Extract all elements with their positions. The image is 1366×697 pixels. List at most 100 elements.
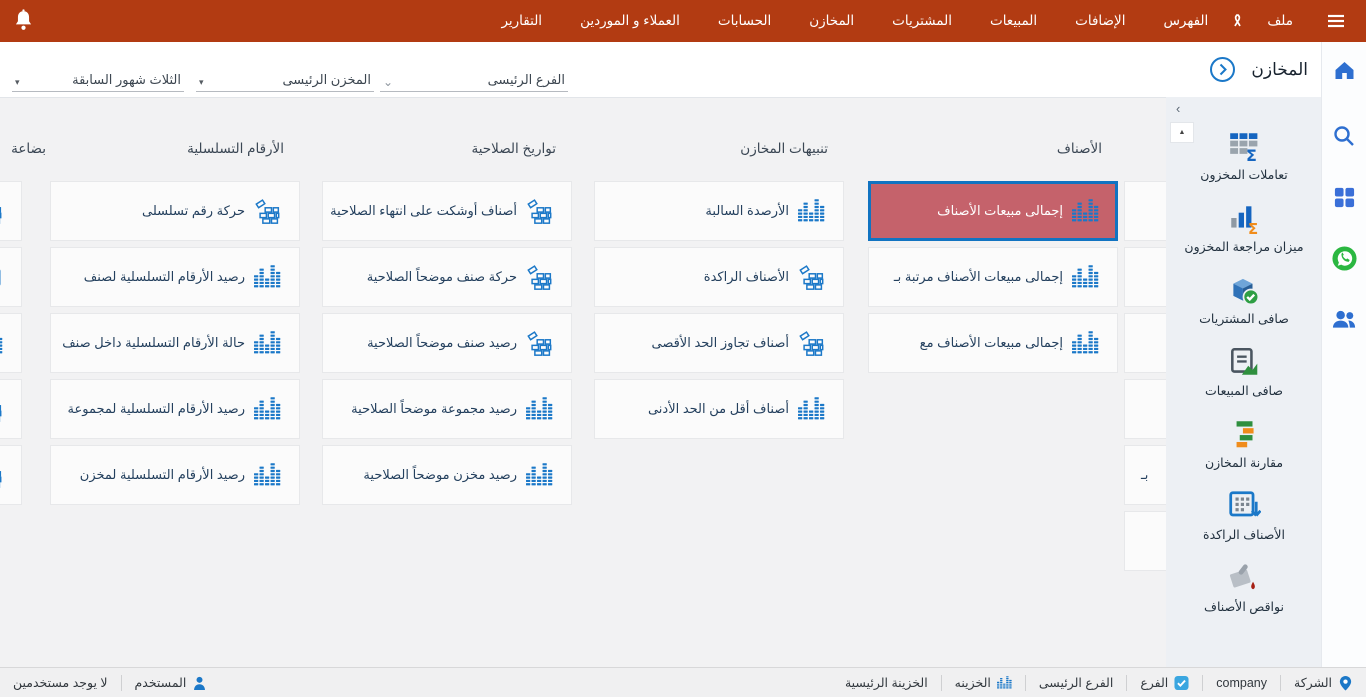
- collapse-sidebar-icon[interactable]: ›: [1176, 101, 1180, 116]
- equalizer-icon: [526, 396, 553, 422]
- equalizer-icon: [1072, 330, 1099, 356]
- treasury-indicator[interactable]: الخزينه: [942, 668, 1025, 697]
- person-icon: [192, 675, 207, 691]
- report-card-label: رصيد مجموعة موضحاً الصلاحية: [351, 401, 517, 416]
- sidebar-item-label: صافى المشتريات: [1199, 312, 1289, 326]
- report-card[interactable]: أصناف تجاوز الحد الأقصى: [594, 313, 844, 373]
- grid-arrow-icon: [1227, 489, 1261, 523]
- report-card[interactable]: حركة صنف موضحاً الصلاحية: [322, 247, 572, 307]
- whatsapp-icon[interactable]: [1331, 245, 1358, 272]
- report-card[interactable]: أصناف أقل من الحد الأدنى: [594, 379, 844, 439]
- statusbar-left-group: المستخدم لا يوجد مستخدمين: [0, 668, 220, 697]
- statusbar-label: الفرع: [1140, 676, 1169, 690]
- sidebar-items: Σ تعاملات المخزون Σ ميزان مراجعة المخزون صاف…: [1166, 97, 1322, 633]
- top-menu-bar: ملف الفهرس الإضافات المبيعات المشتريات المخاز…: [0, 0, 1366, 42]
- report-card[interactable]: حالة الأرقام التسلسلية داخل صنف: [50, 313, 300, 373]
- report-card[interactable]: [1124, 247, 1166, 307]
- column-header: بضاعة: [11, 141, 46, 156]
- report-card[interactable]: [1124, 379, 1166, 439]
- page-title: المخازن: [1251, 59, 1308, 79]
- branch-value: الفرع الرئيسى: [1026, 668, 1126, 697]
- report-card[interactable]: إجمالى مبيعات الأصناف: [868, 181, 1118, 241]
- report-card[interactable]: إجمالى مبيعات الأصناف مع: [868, 313, 1118, 373]
- report-card-label: أصناف أقل من الحد الأدنى: [647, 401, 789, 416]
- column-header: [1124, 141, 1166, 161]
- report-card[interactable]: [1124, 181, 1166, 241]
- sidebar-item-net-purchases[interactable]: صافى المشتريات: [1169, 273, 1319, 326]
- users-icon[interactable]: [1331, 308, 1358, 330]
- branch-filter-select[interactable]: الفرع الرئيسى ⌄: [380, 62, 568, 92]
- report-card[interactable]: رصيد الأرقام التسلسلية لصنف: [50, 247, 300, 307]
- report-column-warehouse-alerts: تنبيهات المخازن الأرصدة السالبة الأصناف ال…: [594, 141, 844, 445]
- report-card-label: حركة صنف موضحاً الصلاحية: [366, 269, 517, 284]
- warehouse-filter-select[interactable]: المخزن الرئيسى ▾: [196, 62, 374, 92]
- statusbar-label: الفرع الرئيسى: [1038, 676, 1114, 690]
- statusbar-label: الخزينة الرئيسية: [844, 676, 928, 690]
- column-header: تنبيهات المخازن: [740, 141, 828, 156]
- menu-item-index[interactable]: الفهرس: [1144, 0, 1227, 42]
- sidebar-item-inventory-trial-balance[interactable]: Σ ميزان مراجعة المخزون: [1169, 201, 1319, 254]
- bricks-icon: [526, 264, 553, 290]
- report-card[interactable]: الأصناف الراكدة: [594, 247, 844, 307]
- bricks-icon: [254, 198, 281, 224]
- menu-item-reports[interactable]: التقارير: [482, 0, 561, 42]
- statusbar-label: company: [1216, 675, 1268, 690]
- report-card[interactable]: أصناف أوشكت على انتهاء الصلاحية: [322, 181, 572, 241]
- circle-arrow-icon[interactable]: [1209, 56, 1236, 83]
- report-card[interactable]: [0, 181, 22, 241]
- divider: [1126, 674, 1128, 691]
- svg-text:Σ: Σ: [1248, 220, 1258, 235]
- report-card[interactable]: بـ: [1124, 445, 1166, 505]
- period-filter-select[interactable]: الثلاث شهور السابقة ▾: [12, 62, 184, 92]
- menu-item-accounts[interactable]: الحسابات: [699, 0, 790, 42]
- menu-item-file[interactable]: ملف: [1248, 0, 1312, 42]
- report-card[interactable]: [0, 313, 22, 373]
- report-card[interactable]: رصيد الأرقام التسلسلية لمجموعة: [50, 379, 300, 439]
- bricks-icon: [526, 330, 553, 356]
- report-column-goods-clipped: بضاعة: [0, 141, 46, 511]
- branch-filter-value: الفرع الرئيسى: [487, 72, 565, 87]
- hamburger-icon[interactable]: [1312, 11, 1360, 31]
- sidebar-item-stagnant-items[interactable]: الأصناف الراكدة: [1169, 489, 1319, 542]
- report-card-label: أصناف أوشكت على انتهاء الصلاحية: [330, 203, 517, 218]
- report-card-label: حالة الأرقام التسلسلية داخل صنف: [62, 335, 245, 350]
- scroll-up-icon[interactable]: ▲: [1171, 123, 1193, 142]
- report-card[interactable]: رصيد مخزن موضحاً الصلاحية: [322, 445, 572, 505]
- bricks-icon: [0, 397, 3, 422]
- report-card[interactable]: رصيد مجموعة موضحاً الصلاحية: [322, 379, 572, 439]
- table-sigma-icon: Σ: [1227, 129, 1261, 163]
- report-card[interactable]: [0, 379, 22, 439]
- report-card-label: أصناف تجاوز الحد الأقصى: [651, 335, 789, 350]
- bell-icon[interactable]: [12, 8, 35, 34]
- branch-indicator[interactable]: الفرع: [1127, 668, 1202, 697]
- report-card[interactable]: [1124, 313, 1166, 373]
- report-card[interactable]: الأرصدة السالبة: [594, 181, 844, 241]
- equalizer-icon: [254, 330, 281, 356]
- warehouse-filter-value: المخزن الرئيسى: [282, 72, 371, 87]
- report-card[interactable]: [0, 445, 22, 505]
- menu-item-purchases[interactable]: المشتريات: [873, 0, 971, 42]
- report-card[interactable]: [1124, 511, 1166, 571]
- menu-item-warehouses[interactable]: المخازن: [790, 0, 873, 42]
- report-card[interactable]: رصيد صنف موضحاً الصلاحية: [322, 313, 572, 373]
- user-indicator[interactable]: المستخدم: [122, 668, 221, 697]
- menu-item-customers-suppliers[interactable]: العملاء و الموردين: [561, 0, 699, 42]
- report-card[interactable]: رصيد الأرقام التسلسلية لمخزن: [50, 445, 300, 505]
- home-icon[interactable]: [1332, 58, 1357, 82]
- chevron-down-icon: ▾: [199, 77, 204, 87]
- sidebar-item-net-sales[interactable]: صافى المبيعات: [1169, 345, 1319, 398]
- apps-icon[interactable]: [1333, 186, 1356, 209]
- report-card-label: إجمالى مبيعات الأصناف مرتبة بـ: [893, 269, 1063, 284]
- menu-item-sales[interactable]: المبيعات: [971, 0, 1056, 42]
- report-card[interactable]: حركة رقم تسلسلى: [50, 181, 300, 241]
- menu-item-addons[interactable]: الإضافات: [1056, 0, 1144, 42]
- search-icon[interactable]: [1332, 124, 1356, 148]
- report-card[interactable]: إجمالى مبيعات الأصناف مرتبة بـ: [868, 247, 1118, 307]
- sidebar-item-item-shortages[interactable]: نواقص الأصناف: [1169, 561, 1319, 614]
- reports-sidebar: › ▲ Σ تعاملات المخزون Σ ميزان مراجعة المخزو…: [1166, 97, 1322, 668]
- company-indicator[interactable]: الشركة: [1281, 668, 1366, 697]
- bricks-icon: [798, 264, 825, 290]
- sidebar-item-warehouse-comparison[interactable]: مقارنة المخازن: [1169, 417, 1319, 470]
- report-card[interactable]: [0, 247, 22, 307]
- report-card-label: رصيد صنف موضحاً الصلاحية: [367, 335, 517, 350]
